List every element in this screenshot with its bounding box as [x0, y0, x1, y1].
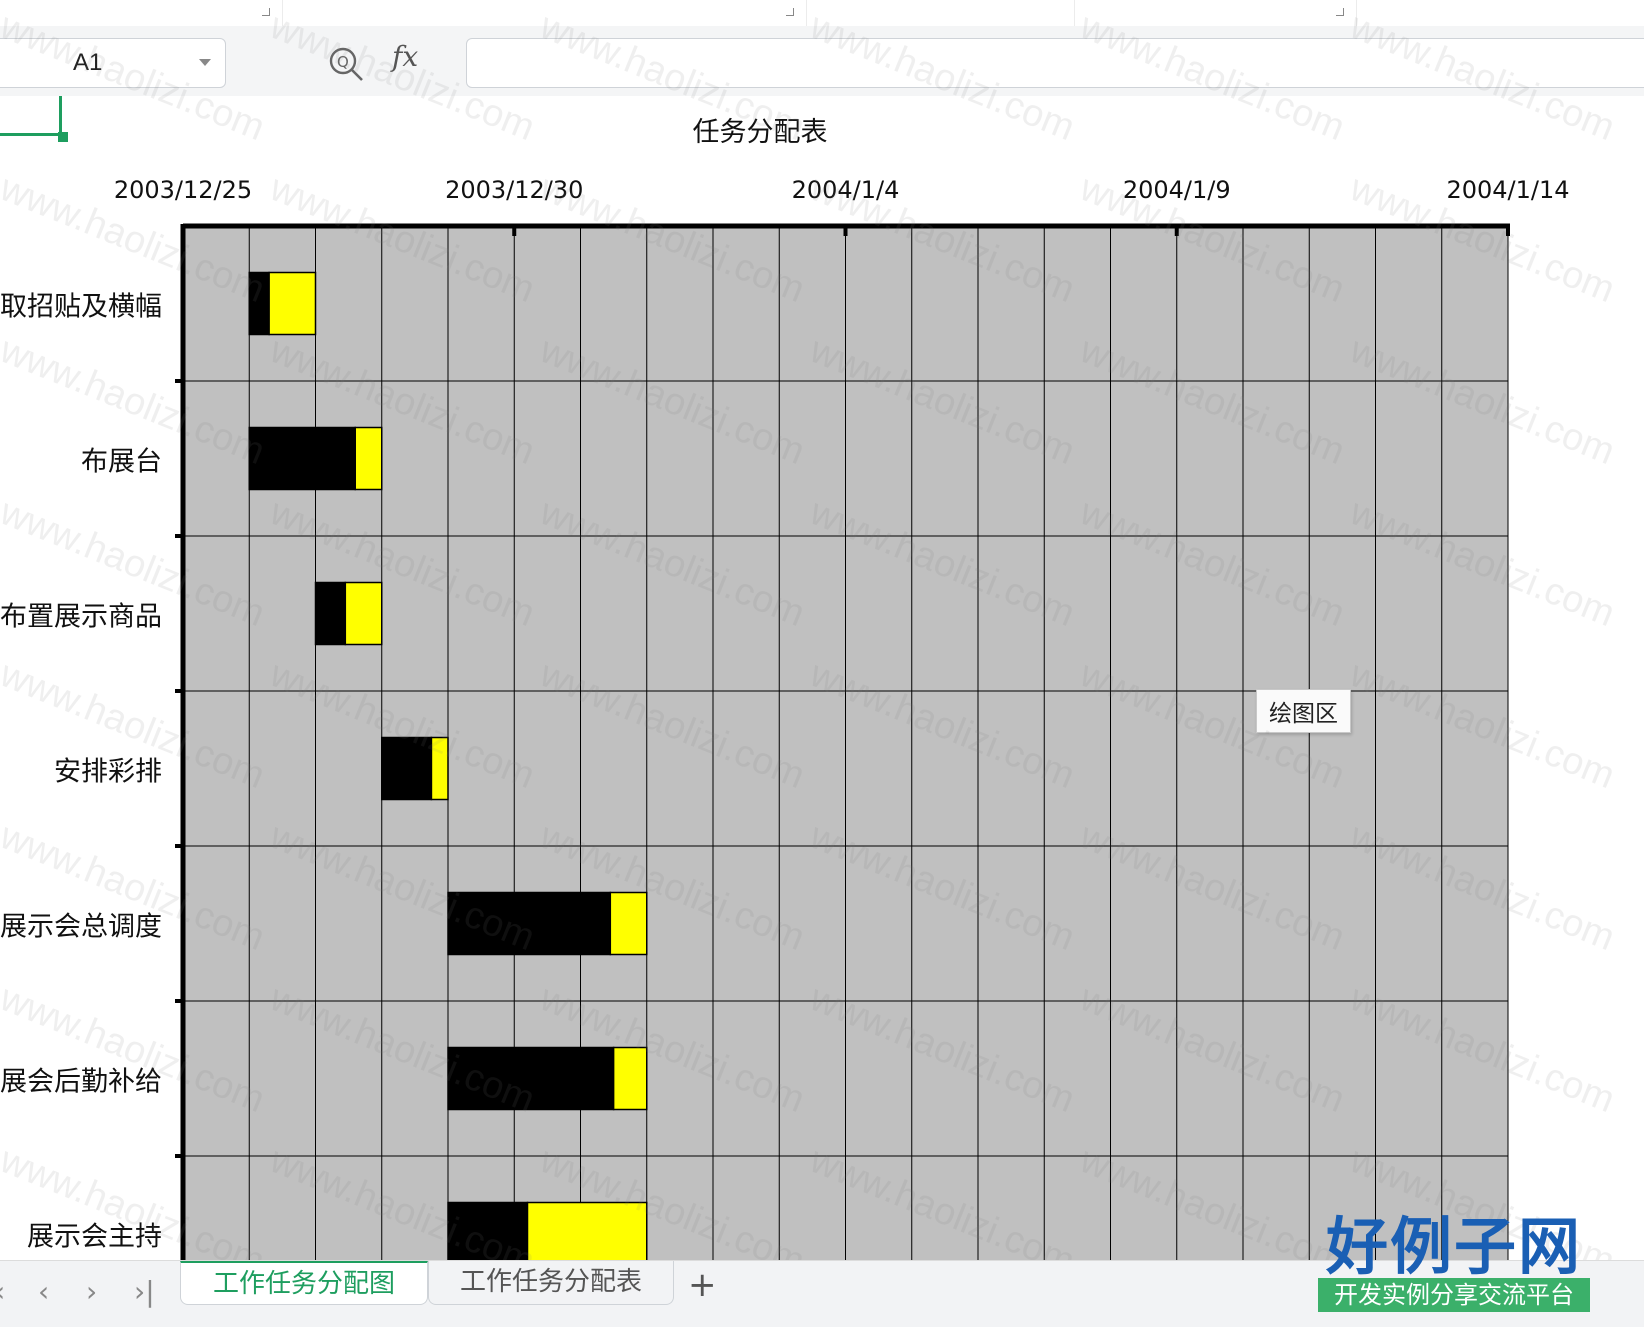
bar-remaining[interactable] [526, 1201, 648, 1266]
x-tick-label: 2003/12/25 [113, 176, 253, 204]
logo-sub-text: 开发实例分享交流平台 [1318, 1278, 1590, 1312]
bar-completed[interactable] [248, 426, 356, 491]
plot-area-tooltip: 绘图区 [1256, 689, 1351, 733]
tab-gantt-chart[interactable]: 工作任务分配图 [180, 1261, 428, 1305]
bar-remaining[interactable] [609, 891, 648, 956]
x-tick-label: 2003/12/30 [445, 176, 584, 204]
bar-remaining[interactable] [344, 581, 383, 646]
bar-remaining[interactable] [354, 426, 383, 491]
y-category-label: 安排彩排 [54, 756, 162, 787]
y-category-label: 布展台 [81, 446, 162, 477]
next-sheet-icon[interactable]: › [86, 1275, 97, 1308]
prev-sheet-icon[interactable]: ‹ [38, 1275, 49, 1308]
tab-task-table[interactable]: 工作任务分配表 [428, 1261, 674, 1305]
logo-main-text: 好例子网 [1325, 1210, 1582, 1283]
site-logo: 好例子网 开发实例分享交流平台 [1318, 1196, 1590, 1314]
x-tick-label: 2004/1/4 [791, 176, 900, 204]
y-category-label: 展会后勤补给 [0, 1066, 162, 1097]
bar-completed[interactable] [314, 581, 347, 646]
add-sheet-button[interactable]: + [688, 1265, 717, 1305]
x-tick-label: 2004/1/9 [1122, 176, 1231, 204]
y-category-label: 领取招贴及横幅 [0, 291, 162, 322]
last-sheet-icon[interactable]: ›| [134, 1275, 155, 1308]
bar-remaining[interactable] [612, 1046, 648, 1111]
bar-remaining[interactable] [268, 271, 317, 336]
first-sheet-icon[interactable]: ‹ [0, 1275, 5, 1308]
bar-completed[interactable] [447, 1201, 529, 1266]
bar-completed[interactable] [447, 1046, 615, 1111]
bar-completed[interactable] [381, 736, 433, 801]
bar-completed[interactable] [248, 271, 270, 336]
bar-remaining[interactable] [430, 736, 449, 801]
y-category-label: 展示会总调度 [0, 911, 162, 942]
bar-completed[interactable] [447, 891, 612, 956]
x-tick-label: 2004/1/14 [1446, 176, 1570, 204]
y-category-label: 展示会主持 [27, 1221, 162, 1252]
y-category-label: 布置展示商品 [0, 601, 162, 632]
